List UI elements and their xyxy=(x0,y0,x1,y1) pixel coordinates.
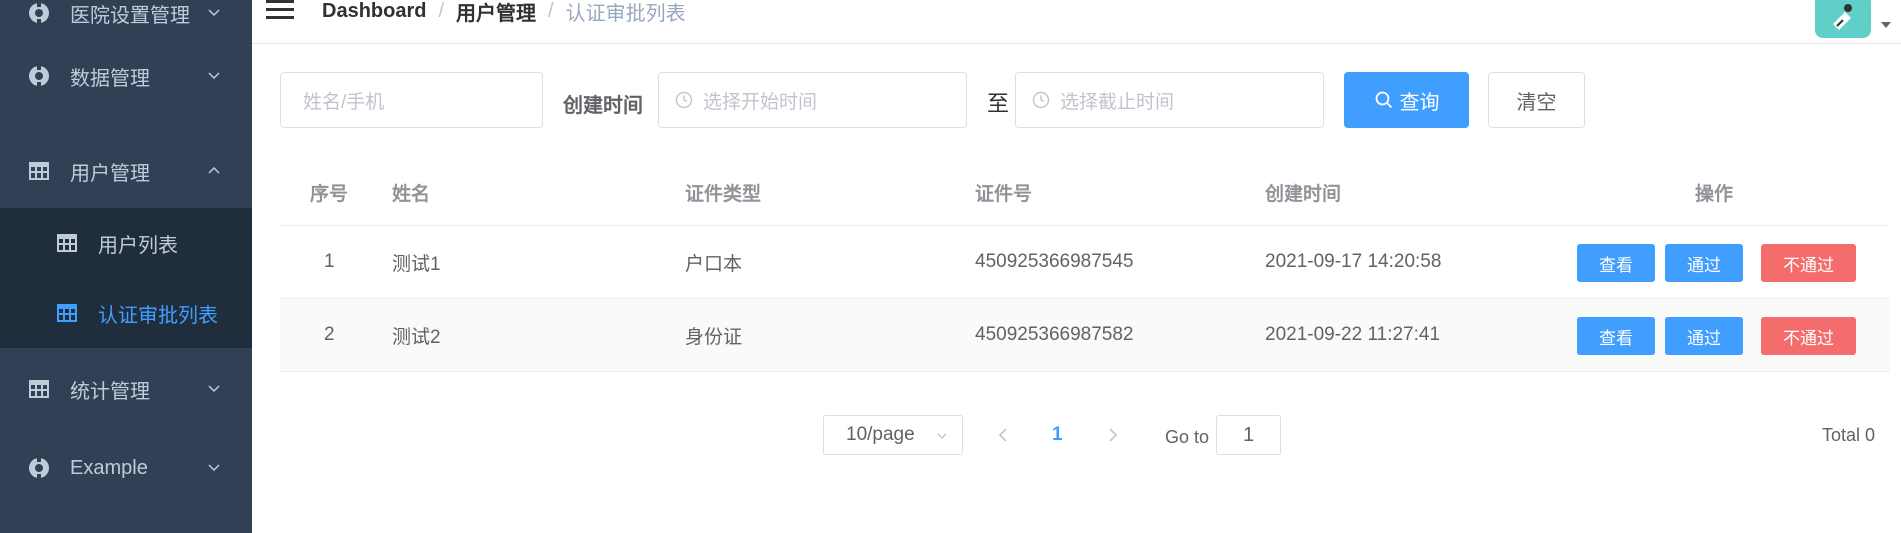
avatar[interactable] xyxy=(1815,0,1871,38)
sidebar: 医院设置管理 数据管理 用户管理 用户列表 认证审批列表 统计管理 Exampl… xyxy=(0,0,252,533)
cell-index: 2 xyxy=(324,324,335,345)
created-time-label: 创建时间 xyxy=(563,95,643,117)
view-button[interactable]: 查看 xyxy=(1577,244,1655,282)
chevron-down-icon xyxy=(208,385,220,393)
keyword-placeholder: 姓名/手机 xyxy=(303,91,385,113)
cell-cert-no: 450925366987545 xyxy=(975,251,1134,272)
clock-icon xyxy=(1032,91,1050,109)
cell-cert-no: 450925366987582 xyxy=(975,324,1134,345)
breadcrumb: Dashboard / 用户管理 / 认证审批列表 xyxy=(322,0,686,26)
sidebar-item-label: 用户管理 xyxy=(70,162,150,185)
page-number-current[interactable]: 1 xyxy=(1052,424,1063,446)
search-icon xyxy=(1375,91,1392,109)
search-button-label: 查询 xyxy=(1399,91,1440,114)
table-header-row: 序号 姓名 证件类型 证件号 创建时间 操作 xyxy=(280,160,1890,226)
sidebar-subitem-label: 用户列表 xyxy=(98,234,178,257)
sidebar-item-label: Example xyxy=(70,456,148,479)
sidebar-item-data-management[interactable]: 数据管理 xyxy=(0,37,252,115)
sidebar-item-label: 医院设置管理 xyxy=(70,4,190,27)
prev-page-icon[interactable] xyxy=(996,425,1010,445)
reject-button[interactable]: 不通过 xyxy=(1761,244,1856,282)
clear-button[interactable]: 清空 xyxy=(1488,72,1585,128)
sidebar-item-statistics[interactable]: 统计管理 xyxy=(0,350,252,428)
goto-page-input[interactable]: 1 xyxy=(1216,415,1281,455)
start-date-placeholder: 选择开始时间 xyxy=(703,91,818,113)
chevron-down-icon xyxy=(208,464,220,472)
sidebar-item-user-management[interactable]: 用户管理 xyxy=(0,132,252,210)
table-row: 1 测试1 户口本 450925366987545 2021-09-17 14:… xyxy=(280,226,1890,299)
cell-created: 2021-09-17 14:20:58 xyxy=(1265,251,1442,272)
cell-cert-type: 身份证 xyxy=(685,326,743,348)
cell-name: 测试2 xyxy=(392,326,441,348)
sidebar-item-label: 统计管理 xyxy=(70,380,150,403)
end-date-picker[interactable]: 选择截止时间 xyxy=(1015,72,1324,128)
sidebar-subitem-user-list[interactable]: 用户列表 xyxy=(0,208,252,278)
avatar-image xyxy=(1833,4,1852,30)
gear-icon xyxy=(29,65,49,87)
breadcrumb-separator: / xyxy=(438,0,445,22)
column-header-name: 姓名 xyxy=(392,184,431,205)
approve-button[interactable]: 通过 xyxy=(1665,317,1743,355)
breadcrumb-dashboard[interactable]: Dashboard xyxy=(322,0,426,23)
table-icon xyxy=(29,380,49,398)
cell-cert-type: 户口本 xyxy=(685,253,743,275)
column-header-actions: 操作 xyxy=(1695,184,1734,205)
end-date-placeholder: 选择截止时间 xyxy=(1060,91,1175,113)
total-count: Total 0 xyxy=(1822,425,1876,445)
sidebar-subitem-label: 认证审批列表 xyxy=(98,304,218,327)
cell-index: 1 xyxy=(324,251,335,272)
reject-button[interactable]: 不通过 xyxy=(1761,317,1856,355)
chevron-down-icon xyxy=(937,433,947,439)
table-icon xyxy=(57,234,77,252)
caret-down-icon[interactable] xyxy=(1881,22,1891,28)
table-icon xyxy=(29,162,49,180)
gear-icon xyxy=(29,2,49,24)
view-button[interactable]: 查看 xyxy=(1577,317,1655,355)
column-header-cert-no: 证件号 xyxy=(975,184,1033,205)
breadcrumb-current: 认证审批列表 xyxy=(565,3,686,25)
table-icon xyxy=(57,304,77,322)
table-row: 2 测试2 身份证 450925366987582 2021-09-22 11:… xyxy=(280,299,1890,372)
column-header-index: 序号 xyxy=(310,184,349,205)
sidebar-item-label: 数据管理 xyxy=(70,67,150,90)
sidebar-subitem-cert-approval[interactable]: 认证审批列表 xyxy=(0,278,252,348)
start-date-picker[interactable]: 选择开始时间 xyxy=(658,72,967,128)
chevron-down-icon xyxy=(208,72,220,80)
navbar: Dashboard / 用户管理 / 认证审批列表 xyxy=(252,0,1901,44)
clear-button-label: 清空 xyxy=(1516,91,1557,114)
chevron-up-icon xyxy=(208,166,220,174)
date-range-separator: 至 xyxy=(987,91,1010,116)
goto-label: Go to xyxy=(1165,427,1210,447)
app-root: 医院设置管理 数据管理 用户管理 用户列表 认证审批列表 统计管理 Exampl… xyxy=(0,0,1901,533)
page-size-select[interactable]: 10/page xyxy=(823,415,963,455)
column-header-created: 创建时间 xyxy=(1265,184,1342,205)
keyword-input[interactable]: 姓名/手机 xyxy=(280,72,543,128)
column-header-cert-type: 证件类型 xyxy=(685,184,762,205)
breadcrumb-user-management[interactable]: 用户管理 xyxy=(456,0,536,26)
sidebar-item-example[interactable]: Example xyxy=(0,429,252,507)
clock-icon xyxy=(675,91,693,109)
cell-created: 2021-09-22 11:27:41 xyxy=(1265,324,1441,345)
page-size-value: 10/page xyxy=(846,424,915,445)
cell-name: 测试1 xyxy=(392,253,441,275)
gear-icon xyxy=(29,457,49,479)
chevron-down-icon xyxy=(208,9,220,17)
next-page-icon[interactable] xyxy=(1106,425,1120,445)
approve-button[interactable]: 通过 xyxy=(1665,244,1743,282)
search-button[interactable]: 查询 xyxy=(1344,72,1469,128)
breadcrumb-separator: / xyxy=(548,0,554,22)
hamburger-icon[interactable] xyxy=(266,0,294,22)
